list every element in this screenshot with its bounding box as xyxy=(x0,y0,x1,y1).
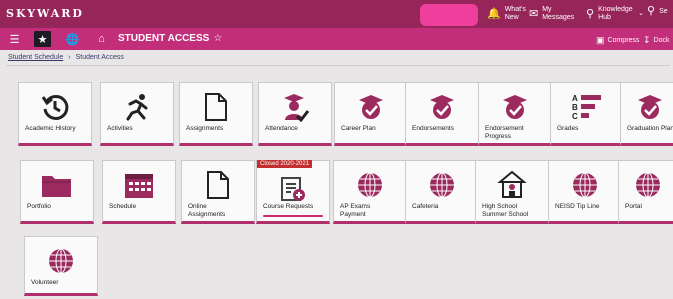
tile-label: Career Plan xyxy=(341,125,376,132)
annotation-underline xyxy=(263,215,323,217)
whats-new-label: What's New xyxy=(504,6,526,21)
globe-icon xyxy=(549,167,621,203)
dock-button[interactable]: ↧ Dock xyxy=(643,35,670,46)
tile-grades[interactable]: ABC Grades xyxy=(550,82,624,146)
svg-text:C: C xyxy=(572,112,578,121)
graduate-check-icon xyxy=(259,89,331,125)
tile-label: High School Summer School xyxy=(482,203,529,218)
tile-label: Portfolio xyxy=(27,203,51,210)
navigation-bar: ☰ ★ 🌐 ⌂ STUDENT ACCESS ☆ ▣ Compress ↧ Do… xyxy=(0,28,673,50)
course-request-icon xyxy=(257,171,329,207)
chevron-down-icon: ⌄ xyxy=(638,10,644,17)
home-icon[interactable]: ⌂ xyxy=(93,31,110,47)
compress-button[interactable]: ▣ Compress xyxy=(596,35,639,46)
whats-new-button[interactable]: 🔔 What's New xyxy=(487,6,527,22)
tile-label: Academic History xyxy=(25,125,76,132)
favorites-icon[interactable]: ★ xyxy=(34,31,51,47)
tile-label: Schedule xyxy=(109,203,137,210)
page-title-text: STUDENT ACCESS xyxy=(118,33,210,44)
breadcrumb-student-schedule[interactable]: Student Schedule xyxy=(8,54,63,61)
document-icon xyxy=(182,167,254,203)
svg-text:A: A xyxy=(572,94,578,103)
tile-schedule[interactable]: Schedule xyxy=(102,160,176,224)
abc-list-icon: ABC xyxy=(551,89,623,125)
tile-label: Attendance xyxy=(265,125,298,132)
badge-check-icon xyxy=(335,89,407,125)
bell-icon: 🔔 xyxy=(487,7,501,20)
breadcrumb-separator-icon: › xyxy=(68,54,71,61)
dock-label: Dock xyxy=(653,37,670,44)
tile-assignments[interactable]: Assignments xyxy=(179,82,253,146)
svg-text:B: B xyxy=(572,103,578,112)
badge-check-icon xyxy=(479,89,551,125)
menu-icon[interactable]: ☰ xyxy=(6,31,23,47)
school-house-icon xyxy=(476,167,548,203)
search-label: Se xyxy=(659,7,668,15)
tile-portfolio[interactable]: Portfolio xyxy=(20,160,94,224)
tile-label: Volunteer xyxy=(31,279,59,286)
tile-label: Endorsement Progress xyxy=(485,125,524,140)
knowledge-hub-label: Knowledge Hub xyxy=(598,6,633,21)
divider xyxy=(6,65,670,66)
search-button[interactable]: ⚲ Se xyxy=(647,6,668,17)
tile-label: Cafeteria xyxy=(412,203,439,210)
app-logo: SKYWARD xyxy=(6,7,84,20)
badge-check-icon xyxy=(621,89,673,125)
tile-endorsements[interactable]: Endorsements xyxy=(405,82,479,146)
tile-cafeteria[interactable]: Cafeteria xyxy=(405,160,479,224)
tile-label: AP Exams Payment xyxy=(340,203,371,218)
tile-endorsement-progress[interactable]: Endorsement Progress xyxy=(478,82,552,146)
tile-label: Portal xyxy=(625,203,642,210)
breadcrumb-student-access[interactable]: Student Access xyxy=(76,54,124,61)
messages-icon: ✉ xyxy=(529,7,539,20)
tile-graduation-plan[interactable]: Graduation Plan xyxy=(620,82,673,146)
tile-career-plan[interactable]: Career Plan xyxy=(334,82,408,146)
globe-icon xyxy=(25,243,97,279)
globe-icon xyxy=(619,167,673,203)
page-title: STUDENT ACCESS ☆ xyxy=(118,33,222,44)
knowledge-hub-button[interactable]: ⚲ Knowledge Hub ⌄ xyxy=(586,6,644,22)
redacted-area xyxy=(420,4,478,26)
compress-label: Compress xyxy=(607,37,640,44)
history-icon xyxy=(19,89,91,125)
folder-icon xyxy=(21,167,93,203)
tile-label: Graduation Plan xyxy=(627,125,673,132)
compress-icon: ▣ xyxy=(596,35,605,45)
tile-attendance[interactable]: Attendance xyxy=(258,82,332,146)
search-icon: ⚲ xyxy=(647,5,656,17)
tile-label: Grades xyxy=(557,125,579,132)
favorite-star-icon[interactable]: ☆ xyxy=(213,33,222,44)
my-messages-button[interactable]: ✉ My Messages xyxy=(529,6,574,22)
tile-ap-exams-payment[interactable]: AP Exams Payment xyxy=(333,160,407,224)
tile-neisd-tip-line[interactable]: NEISD Tip Line xyxy=(548,160,622,224)
top-bar: SKYWARD 🔔 What's New ✉ My Messages ⚲ Kno… xyxy=(0,0,673,28)
tile-high-school-summer-school[interactable]: High School Summer School xyxy=(475,160,549,224)
badge-check-icon xyxy=(406,89,478,125)
tile-online-assignments[interactable]: Online Assignments xyxy=(181,160,255,224)
closed-badge: Closed 2020-2021 xyxy=(257,160,313,168)
tile-label: Endorsements xyxy=(412,125,454,132)
globe-icon xyxy=(334,167,406,203)
document-icon xyxy=(180,89,252,125)
tile-label: Course Requests xyxy=(263,203,314,210)
tile-activities[interactable]: Activities xyxy=(100,82,174,146)
tile-academic-history[interactable]: Academic History xyxy=(18,82,92,146)
tile-label: Assignments xyxy=(186,125,224,132)
globe-icon xyxy=(406,167,478,203)
calendar-icon xyxy=(103,167,175,203)
tile-volunteer[interactable]: Volunteer xyxy=(24,236,98,296)
tile-course-requests[interactable]: Closed 2020-2021 Course Requests xyxy=(256,160,330,224)
tile-portal[interactable]: Portal xyxy=(618,160,673,224)
lightbulb-icon: ⚲ xyxy=(586,7,595,20)
my-messages-label: My Messages xyxy=(542,6,575,21)
running-person-icon xyxy=(101,89,173,125)
globe-nav-icon[interactable]: 🌐 xyxy=(64,31,81,47)
tile-label: Activities xyxy=(107,125,133,132)
dock-icon: ↧ xyxy=(643,35,651,45)
breadcrumb: Student Schedule › Student Access xyxy=(8,54,124,61)
tile-label: NEISD Tip Line xyxy=(555,203,600,210)
tile-label: Online Assignments xyxy=(188,203,226,218)
